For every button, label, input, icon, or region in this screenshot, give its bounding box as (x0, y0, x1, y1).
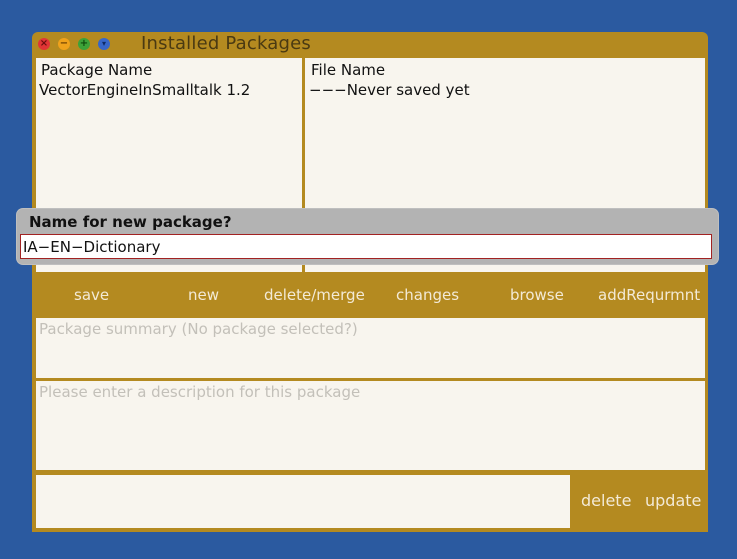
changes-button[interactable]: changes (396, 286, 459, 304)
add-requirement-button[interactable]: addRequrmnt (598, 286, 700, 304)
close-icon[interactable]: × (38, 38, 50, 50)
package-list-item[interactable]: VectorEngineInSmalltalk 1.2 (39, 81, 250, 99)
package-toolbar: save new delete/merge changes browse add… (36, 282, 708, 312)
save-button[interactable]: save (74, 286, 109, 304)
dialog-prompt: Name for new package? (29, 213, 232, 231)
file-name-header: File Name (311, 61, 386, 79)
window-menu-icon[interactable]: ▾ (98, 38, 110, 50)
description-placeholder: Please enter a description for this pack… (39, 383, 361, 401)
installed-packages-window: × − + ▾ Installed Packages Package Name … (32, 32, 708, 532)
maximize-icon[interactable]: + (78, 38, 90, 50)
browse-button[interactable]: browse (510, 286, 564, 304)
package-name-input[interactable] (20, 234, 712, 259)
delete-button[interactable]: delete (581, 491, 631, 510)
update-button[interactable]: update (645, 491, 701, 510)
new-button[interactable]: new (188, 286, 219, 304)
minimize-icon[interactable]: − (58, 38, 70, 50)
package-description-field[interactable]: Please enter a description for this pack… (36, 381, 705, 470)
new-package-dialog: Name for new package? (17, 209, 718, 264)
bottom-text-field[interactable] (36, 475, 570, 528)
package-summary-field[interactable]: Package summary (No package selected?) (36, 318, 705, 378)
summary-placeholder: Package summary (No package selected?) (39, 320, 358, 338)
title-bar[interactable]: × − + ▾ Installed Packages (32, 32, 708, 57)
file-list-item[interactable]: −−−Never saved yet (309, 81, 470, 99)
window-title: Installed Packages (141, 33, 311, 54)
package-name-header: Package Name (41, 61, 153, 79)
delete-merge-button[interactable]: delete/merge (264, 286, 365, 304)
